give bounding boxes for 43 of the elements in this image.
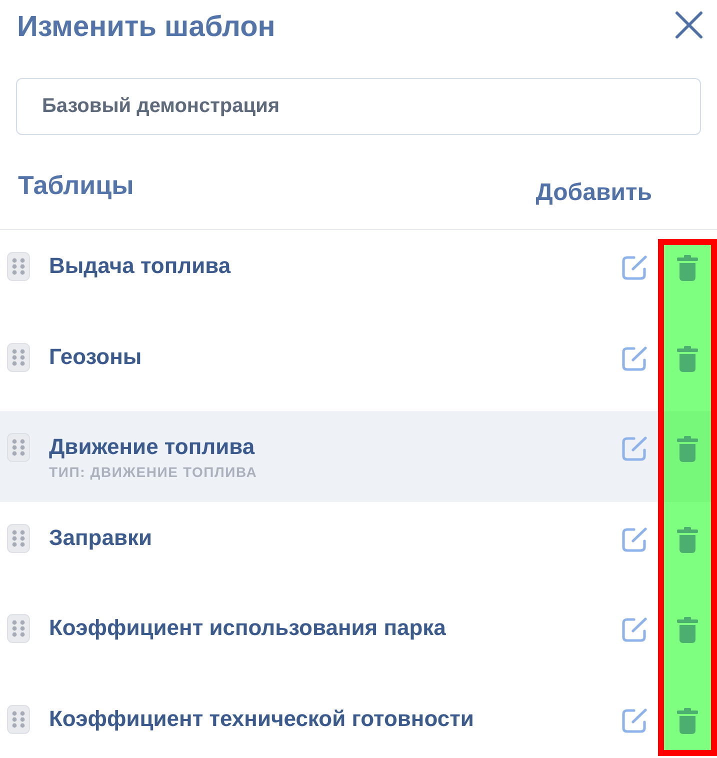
template-name-field[interactable]: Базовый демонстрация xyxy=(16,78,701,135)
trash-icon xyxy=(677,436,698,462)
table-name: Геозоны xyxy=(49,342,142,370)
delete-button[interactable] xyxy=(677,708,698,734)
table-name: Выдача топлива xyxy=(49,252,231,280)
add-button[interactable]: Добавить xyxy=(536,178,652,208)
edit-icon xyxy=(621,708,648,734)
delete-button[interactable] xyxy=(677,526,698,552)
edit-icon xyxy=(621,526,648,552)
trash-icon xyxy=(677,617,698,643)
close-icon xyxy=(675,11,703,39)
delete-button[interactable] xyxy=(677,436,698,462)
edit-button[interactable] xyxy=(621,708,648,734)
table-name: Заправки xyxy=(49,524,152,552)
section-title: Таблицы xyxy=(18,170,134,200)
table-name: Движение топлива xyxy=(49,433,256,461)
drag-handle-icon[interactable] xyxy=(7,342,30,372)
trash-icon xyxy=(677,526,698,552)
edit-button[interactable] xyxy=(621,436,648,462)
close-button[interactable] xyxy=(675,11,703,39)
drag-handle-icon[interactable] xyxy=(7,614,30,643)
trash-icon xyxy=(677,346,698,372)
table-type-label: ТИП: ДВИЖЕНИЕ ТОПЛИВА xyxy=(49,463,258,481)
drag-handle-icon[interactable] xyxy=(7,704,30,734)
edit-icon xyxy=(621,255,648,281)
edit-icon xyxy=(621,346,648,372)
edit-button[interactable] xyxy=(621,526,648,552)
delete-button[interactable] xyxy=(677,255,698,281)
table-name: Коэффициент технической готовности xyxy=(49,704,474,732)
edit-button[interactable] xyxy=(621,617,648,643)
drag-handle-icon[interactable] xyxy=(7,524,30,552)
delete-button[interactable] xyxy=(677,346,698,372)
trash-icon xyxy=(677,708,698,734)
edit-icon xyxy=(621,436,648,462)
drag-handle-icon[interactable] xyxy=(7,433,30,462)
edit-button[interactable] xyxy=(621,255,648,281)
edit-button[interactable] xyxy=(621,346,648,372)
trash-icon xyxy=(677,255,698,281)
table-name: Коэффициент использования парка xyxy=(49,614,446,642)
dialog-title: Изменить шаблон xyxy=(17,10,276,44)
drag-handle-icon[interactable] xyxy=(7,252,30,281)
edit-icon xyxy=(621,617,648,643)
delete-button[interactable] xyxy=(677,617,698,643)
